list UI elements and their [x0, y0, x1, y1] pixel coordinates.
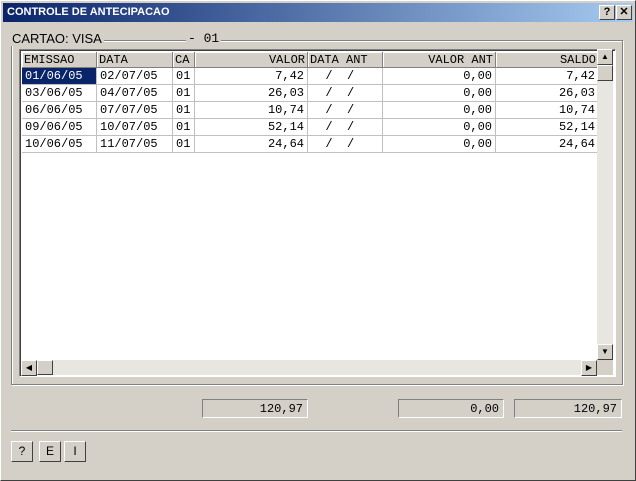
table-cell-ca[interactable]: 01 — [173, 102, 195, 119]
window-title: CONTROLE DE ANTECIPACAO — [7, 6, 170, 18]
col-header-ca[interactable]: CA — [173, 52, 195, 68]
table-cell-valor-ant[interactable]: 0,00 — [383, 68, 496, 85]
table-cell-data[interactable]: 11/07/05 — [97, 136, 173, 153]
horizontal-scrollbar[interactable]: ◀ ▶ — [21, 360, 597, 376]
table-cell-valor-ant[interactable]: 0,00 — [383, 136, 496, 153]
table-cell-data[interactable]: 07/07/05 — [97, 102, 173, 119]
scroll-left-icon[interactable]: ◀ — [21, 360, 37, 376]
col-header-data[interactable]: DATA — [97, 52, 173, 68]
table-cell-valor-ant[interactable]: 0,00 — [383, 119, 496, 136]
vertical-scroll-thumb[interactable] — [597, 65, 613, 81]
table-cell-ca[interactable]: 01 — [173, 68, 195, 85]
table-cell-emissao[interactable]: 01/06/05 — [22, 68, 97, 85]
table-cell-saldo[interactable]: 52,14 — [496, 119, 599, 136]
total-saldo-field: 120,97 — [514, 399, 622, 418]
scrollbar-corner — [597, 360, 613, 375]
table-cell-saldo[interactable]: 7,42 — [496, 68, 599, 85]
table-cell-data-ant[interactable]: / / — [308, 85, 383, 102]
table-cell-emissao[interactable]: 06/06/05 — [22, 102, 97, 119]
title-bar[interactable]: CONTROLE DE ANTECIPACAO ? ✕ — [3, 3, 633, 22]
table-cell-valor[interactable]: 52,14 — [195, 119, 308, 136]
scroll-up-icon[interactable]: ▲ — [597, 49, 613, 65]
table-cell-valor-ant[interactable]: 0,00 — [383, 85, 496, 102]
table-cell-valor[interactable]: 7,42 — [195, 68, 308, 85]
i-button[interactable]: I — [64, 441, 86, 462]
antecipacao-grid[interactable]: EMISSAO DATA CA VALOR DATA ANT VALOR ANT… — [19, 49, 616, 377]
scroll-down-icon[interactable]: ▼ — [597, 344, 613, 360]
horizontal-scroll-thumb[interactable] — [37, 360, 53, 375]
help-button[interactable]: ? — [11, 441, 33, 462]
table-cell-data-ant[interactable]: / / — [308, 119, 383, 136]
card-code: - 01 — [186, 31, 222, 46]
table-cell-data-ant[interactable]: / / — [308, 136, 383, 153]
e-button[interactable]: E — [39, 441, 61, 462]
table-cell-ca[interactable]: 01 — [173, 85, 195, 102]
table-cell-valor[interactable]: 26,03 — [195, 85, 308, 102]
help-title-button[interactable]: ? — [599, 5, 615, 20]
table-cell-saldo[interactable]: 10,74 — [496, 102, 599, 119]
table-cell-saldo[interactable]: 26,03 — [496, 85, 599, 102]
table-cell-ca[interactable]: 01 — [173, 119, 195, 136]
table-cell-valor-ant[interactable]: 0,00 — [383, 102, 496, 119]
table-cell-ca[interactable]: 01 — [173, 136, 195, 153]
table-cell-saldo[interactable]: 24,64 — [496, 136, 599, 153]
table-cell-emissao[interactable]: 03/06/05 — [22, 85, 97, 102]
table-cell-data[interactable]: 04/07/05 — [97, 85, 173, 102]
total-valor-field: 120,97 — [202, 399, 308, 418]
vertical-scrollbar[interactable]: ▲ ▼ — [597, 49, 613, 360]
table-cell-data[interactable]: 10/07/05 — [97, 119, 173, 136]
col-header-emissao[interactable]: EMISSAO — [22, 52, 97, 68]
table-cell-valor[interactable]: 24,64 — [195, 136, 308, 153]
col-header-valor-ant[interactable]: VALOR ANT — [383, 52, 496, 68]
table-cell-data-ant[interactable]: / / — [308, 68, 383, 85]
close-button[interactable]: ✕ — [616, 5, 632, 20]
table-cell-data[interactable]: 02/07/05 — [97, 68, 173, 85]
bottom-divider — [11, 430, 622, 432]
table-cell-valor[interactable]: 10,74 — [195, 102, 308, 119]
col-header-data-ant[interactable]: DATA ANT — [308, 52, 383, 68]
table-cell-data-ant[interactable]: / / — [308, 102, 383, 119]
col-header-saldo[interactable]: SALDO — [496, 52, 599, 68]
table-cell-emissao[interactable]: 09/06/05 — [22, 119, 97, 136]
card-label: CARTAO: VISA — [10, 31, 104, 46]
total-valor-ant-field: 0,00 — [398, 399, 504, 418]
scroll-right-icon[interactable]: ▶ — [581, 360, 597, 376]
col-header-valor[interactable]: VALOR — [195, 52, 308, 68]
table-cell-emissao[interactable]: 10/06/05 — [22, 136, 97, 153]
